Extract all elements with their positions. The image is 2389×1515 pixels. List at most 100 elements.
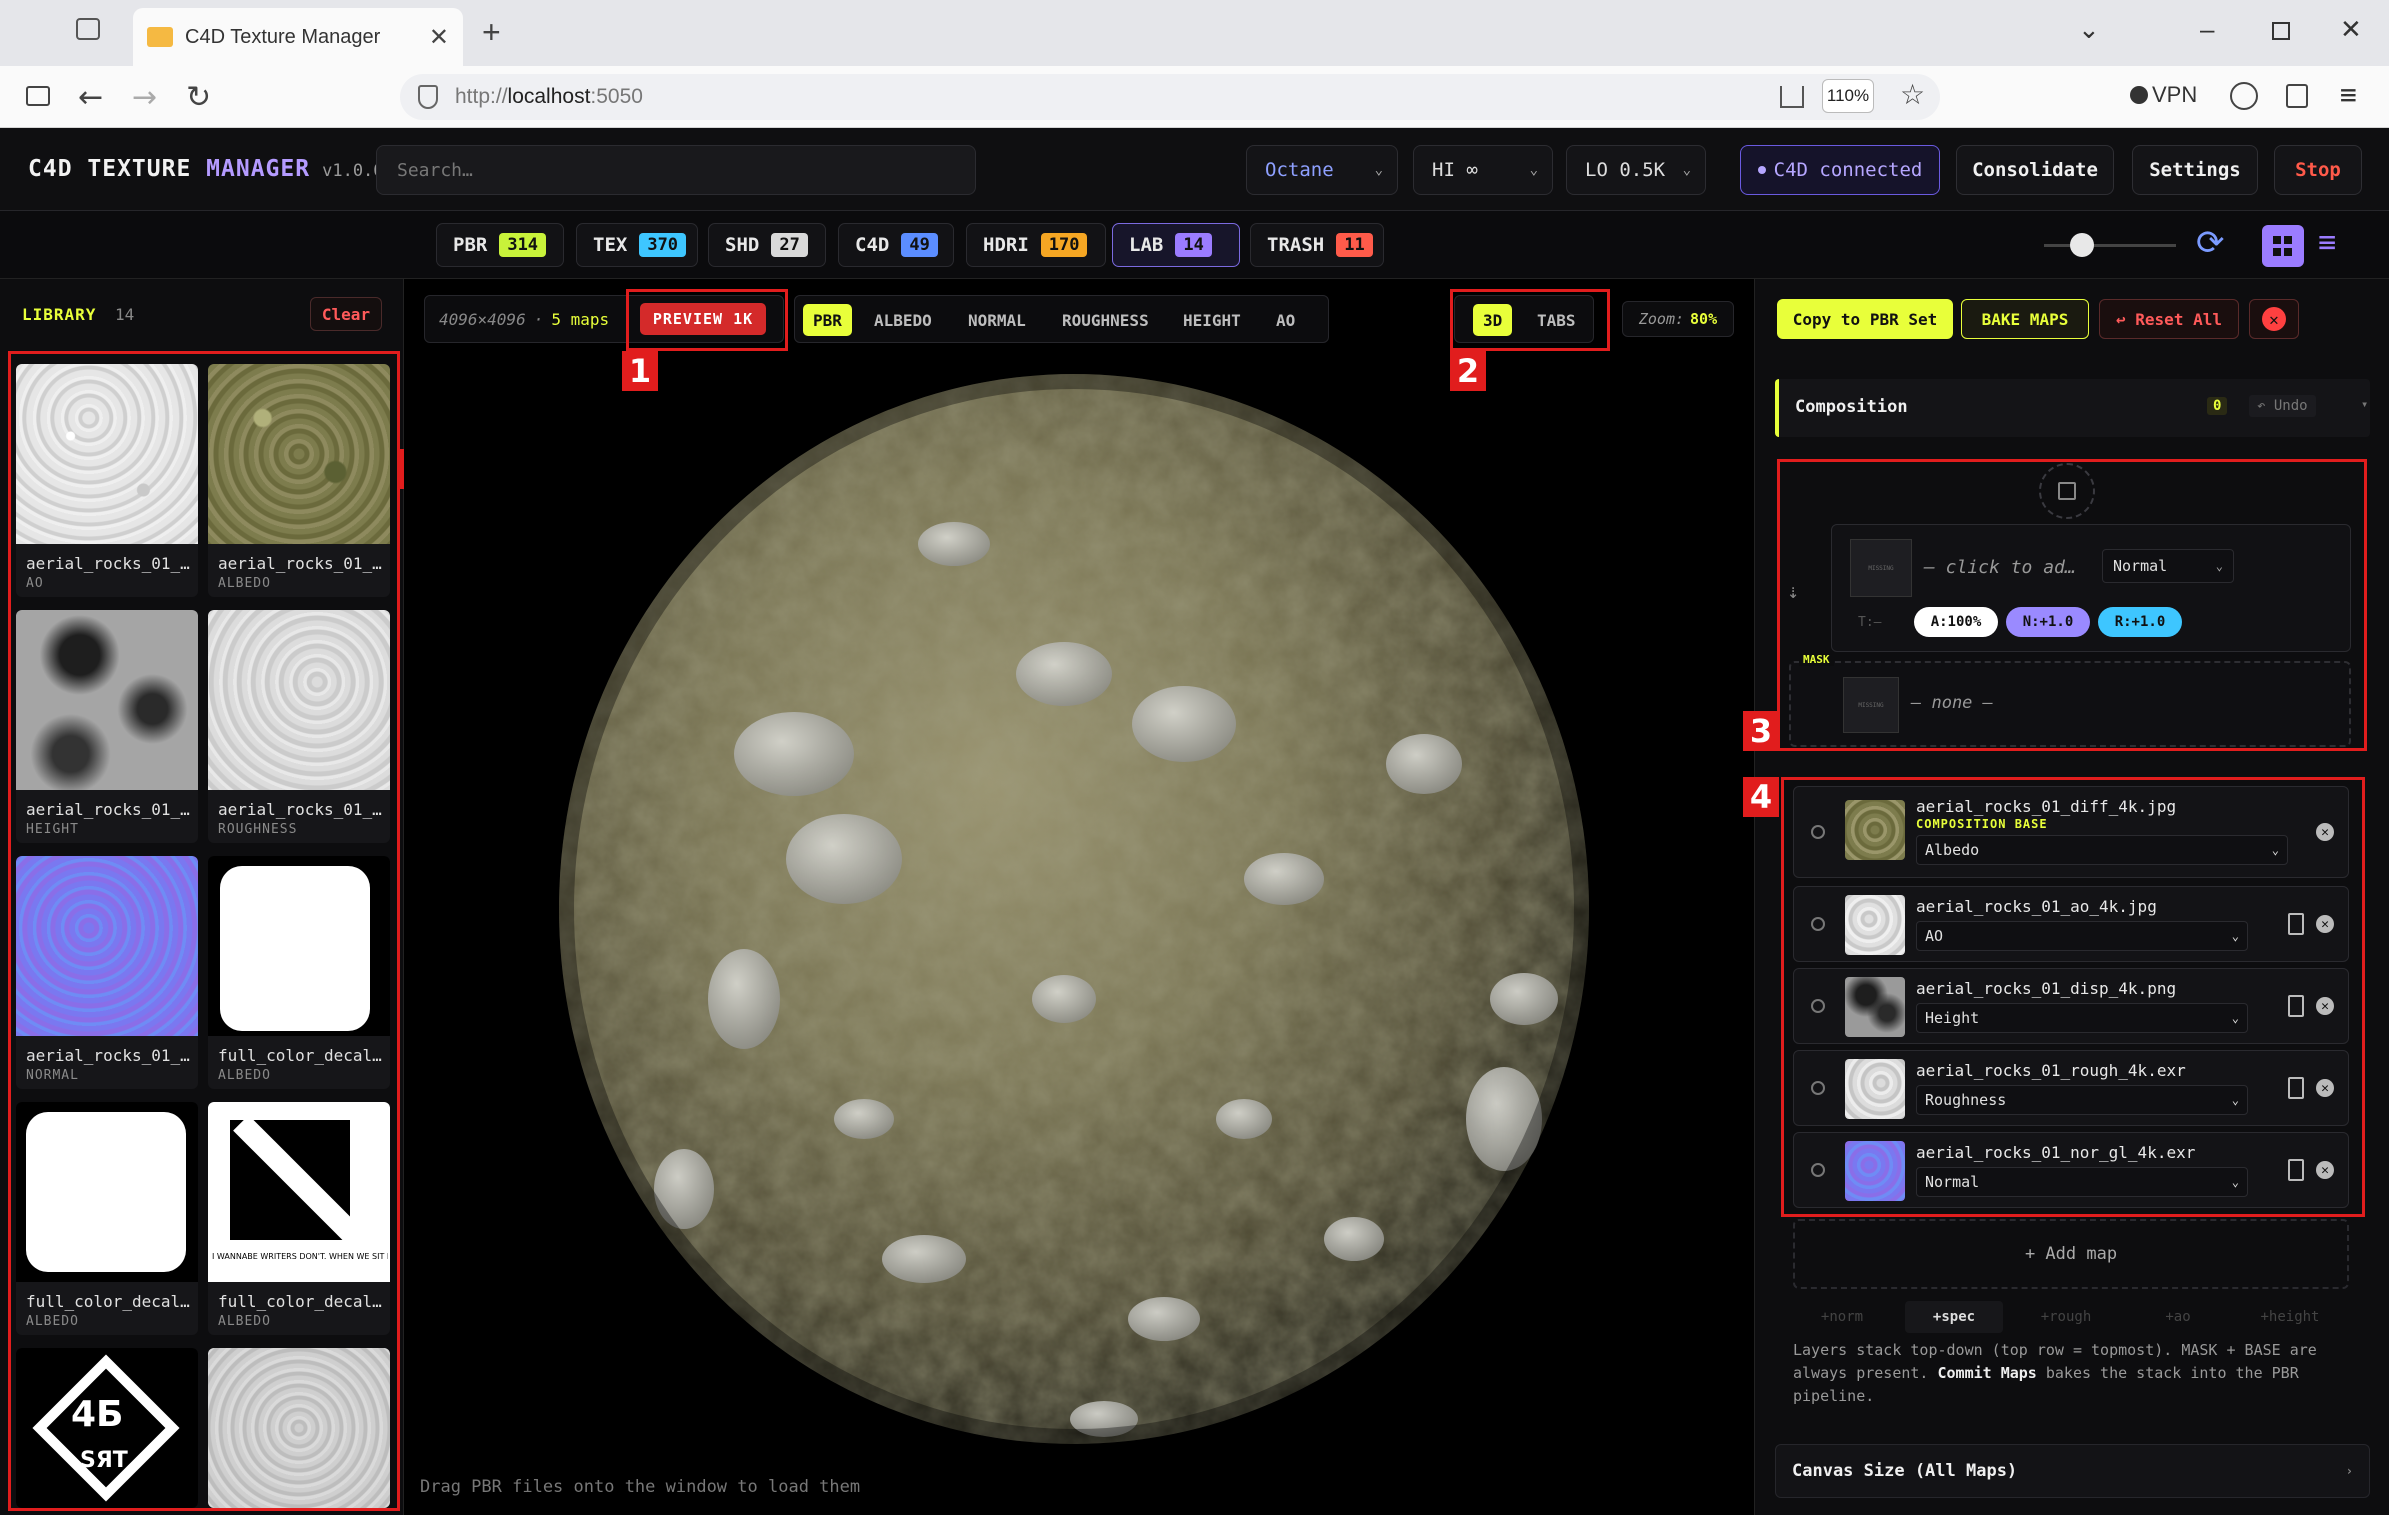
chevron-down-icon: ⌄ xyxy=(1682,162,1691,178)
add-map-button[interactable]: + Add map xyxy=(1793,1219,2349,1289)
chevron-right-icon: › xyxy=(2345,1464,2353,1478)
composition-panel: Copy to PBR Set BAKE MAPS ↩ Reset All ✕ … xyxy=(1743,279,2389,1515)
browser-tab[interactable]: C4D Texture Manager ✕ xyxy=(133,8,463,66)
hi-res-select[interactable]: HI ∞ ⌄ xyxy=(1413,145,1553,195)
sidebar-toggle-icon[interactable] xyxy=(26,86,50,106)
tab-ao[interactable]: AO xyxy=(1266,304,1305,336)
extensions-icon[interactable] xyxy=(2286,84,2308,108)
app-version: v1.0.0 xyxy=(322,161,384,181)
close-composition-button[interactable]: ✕ xyxy=(2249,299,2299,339)
category-count: 170 xyxy=(1040,233,1088,257)
close-window-icon[interactable]: ✕ xyxy=(2340,14,2362,45)
stop-button[interactable]: Stop xyxy=(2274,145,2362,195)
maximize-icon[interactable] xyxy=(2272,22,2290,40)
close-tab-icon[interactable]: ✕ xyxy=(429,23,449,52)
tab-roughness[interactable]: ROUGHNESS xyxy=(1052,304,1159,336)
tab-albedo[interactable]: ALBEDO xyxy=(864,304,942,336)
zoom-indicator[interactable]: 110% xyxy=(1822,79,1874,113)
url-field[interactable]: http://localhost:5050 ☆ xyxy=(400,74,1940,120)
category-hdri[interactable]: HDRI 170 xyxy=(966,223,1106,267)
rock xyxy=(786,814,902,904)
folder-icon xyxy=(147,27,173,47)
lo-res-value: LO 0.5K xyxy=(1585,159,1666,181)
renderer-select[interactable]: Octane ⌄ xyxy=(1246,145,1398,195)
category-label: HDRI xyxy=(983,234,1029,256)
search-input[interactable] xyxy=(376,145,976,195)
rock xyxy=(882,1235,966,1283)
channel-tabs: PBR ALBEDO NORMAL ROUGHNESS HEIGHT AO xyxy=(794,295,1329,343)
url-host: localhost xyxy=(507,85,591,108)
shield-icon xyxy=(418,85,438,109)
annotation-box-1 xyxy=(626,289,788,351)
category-lab[interactable]: LAB 14 xyxy=(1112,223,1240,267)
rock xyxy=(1032,975,1096,1023)
library-panel: LIBRARY 14 Clear aerial_rocks_01_a… AO a… xyxy=(0,279,436,1515)
refresh-icon[interactable]: ⟳ xyxy=(2196,223,2225,263)
copy-to-pbr-set-button[interactable]: Copy to PBR Set xyxy=(1777,299,1953,339)
c4d-status-label: C4D connected xyxy=(1773,159,1923,181)
tab-height[interactable]: HEIGHT xyxy=(1173,304,1251,336)
new-tab-icon[interactable]: + xyxy=(482,14,501,51)
brand-text: C4D TEXTURE xyxy=(28,156,207,182)
zoom-label: Zoom: xyxy=(1638,310,1685,328)
thumbnail-size-slider[interactable] xyxy=(2044,244,2176,247)
lo-res-select[interactable]: LO 0.5K ⌄ xyxy=(1566,145,1706,195)
grid-view-icon[interactable] xyxy=(2262,225,2304,267)
tab-pbr[interactable]: PBR xyxy=(803,304,852,336)
material-preview-sphere[interactable] xyxy=(544,359,1604,1459)
category-count: 314 xyxy=(499,233,547,257)
reload-icon[interactable]: ↻ xyxy=(186,80,211,115)
slider-handle[interactable] xyxy=(2070,233,2094,257)
download-icon[interactable] xyxy=(1780,86,1804,108)
maps-count: 5 maps xyxy=(551,309,610,329)
brand-accent: MANAGER xyxy=(206,156,311,182)
minimize-icon[interactable]: – xyxy=(2200,14,2214,45)
account-icon[interactable] xyxy=(2230,82,2258,110)
expand-arrow-icon[interactable]: ▾ xyxy=(2361,397,2368,411)
list-view-icon[interactable]: ≡ xyxy=(2318,225,2336,260)
rock xyxy=(1016,642,1112,706)
rock xyxy=(1490,973,1558,1025)
settings-button[interactable]: Settings xyxy=(2132,145,2258,195)
category-label: LAB xyxy=(1129,234,1164,256)
bookmark-star-icon[interactable]: ☆ xyxy=(1900,78,1925,111)
texture-dimensions: 4096×4096 xyxy=(439,309,526,329)
tab-actions-icon[interactable] xyxy=(76,18,100,40)
category-label: SHD xyxy=(725,234,760,256)
composition-header[interactable]: Composition 0 ↶ Undo ▾ xyxy=(1775,379,2370,437)
category-count: 370 xyxy=(639,233,687,257)
clear-button[interactable]: Clear xyxy=(310,297,382,331)
vpn-icon xyxy=(2130,86,2148,104)
menu-icon[interactable]: ≡ xyxy=(2340,78,2357,111)
undo-button[interactable]: ↶ Undo xyxy=(2249,395,2316,417)
rock xyxy=(1216,1099,1272,1139)
canvas-size-section[interactable]: Canvas Size (All Maps) › xyxy=(1775,1444,2370,1498)
annotation-label-3: 3 xyxy=(1743,711,1779,751)
category-tex[interactable]: TEX 370 xyxy=(576,223,698,267)
rock xyxy=(918,522,990,566)
category-trash[interactable]: TRASH 11 xyxy=(1250,223,1384,267)
rock xyxy=(1386,734,1462,794)
quick-add-ao[interactable]: +ao xyxy=(2129,1301,2227,1333)
c4d-connection-badge[interactable]: C4D connected xyxy=(1740,145,1940,195)
consolidate-button[interactable]: Consolidate xyxy=(1956,145,2114,195)
rock xyxy=(708,949,780,1049)
bake-maps-button[interactable]: BAKE MAPS xyxy=(1961,299,2089,339)
category-count: 27 xyxy=(771,233,808,257)
address-bar-row: ← → ↻ http://localhost:5050 ☆ 110% VPN ≡ xyxy=(0,66,2389,128)
tab-normal[interactable]: NORMAL xyxy=(958,304,1036,336)
category-count: 49 xyxy=(901,233,938,257)
quick-add-height[interactable]: +height xyxy=(2241,1301,2339,1333)
quick-add-norm[interactable]: +norm xyxy=(1793,1301,1891,1333)
quick-add-spec[interactable]: +spec xyxy=(1905,1301,2003,1333)
library-count: 14 xyxy=(115,305,135,324)
forward-icon[interactable]: → xyxy=(132,80,157,115)
category-pbr[interactable]: PBR 314 xyxy=(436,223,564,267)
tab-list-icon[interactable]: ⌄ xyxy=(2078,14,2100,45)
quick-add-rough[interactable]: +rough xyxy=(2017,1301,2115,1333)
category-shd[interactable]: SHD 27 xyxy=(708,223,826,267)
vpn-button[interactable]: VPN xyxy=(2130,82,2197,108)
reset-all-button[interactable]: ↩ Reset All xyxy=(2099,299,2239,339)
category-c4d[interactable]: C4D 49 xyxy=(838,223,954,267)
back-icon[interactable]: ← xyxy=(78,80,103,115)
